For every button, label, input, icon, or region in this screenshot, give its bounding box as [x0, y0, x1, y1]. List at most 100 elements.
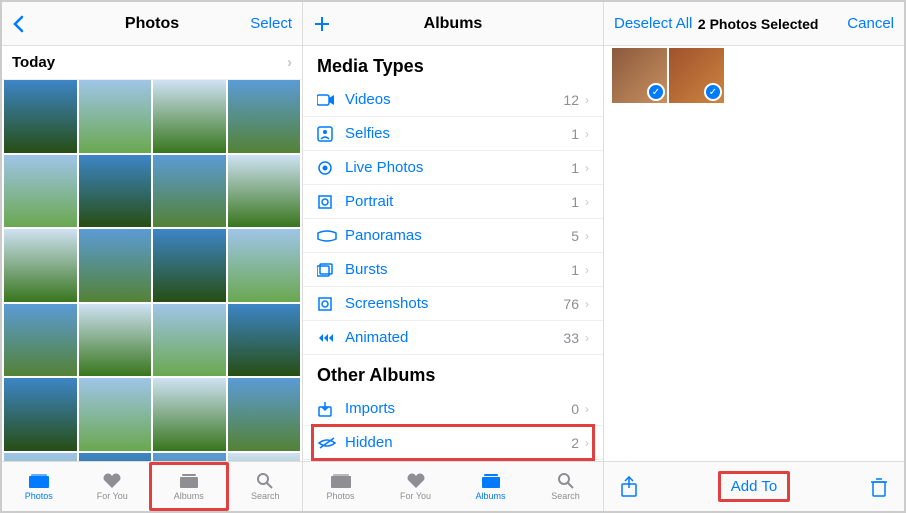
album-label: Selfies: [345, 125, 571, 142]
photo-thumb[interactable]: [153, 155, 226, 228]
hidden-icon: [317, 436, 345, 450]
album-row[interactable]: Panoramas5›: [303, 219, 603, 253]
album-label: Hidden: [345, 434, 571, 451]
photo-thumb[interactable]: [153, 80, 226, 153]
add-to-button[interactable]: Add To: [718, 471, 790, 502]
album-row[interactable]: Selfies1›: [303, 117, 603, 151]
photo-thumb[interactable]: [79, 229, 152, 302]
share-icon[interactable]: [620, 476, 638, 498]
chevron-right-icon: ›: [585, 161, 589, 175]
tab-photos[interactable]: Photos: [2, 462, 76, 511]
chevron-right-icon: ›: [287, 54, 292, 71]
cancel-button[interactable]: Cancel: [847, 15, 894, 32]
animated-icon: [317, 330, 345, 346]
album-row[interactable]: Bursts1›: [303, 253, 603, 287]
select-button[interactable]: Select: [250, 15, 292, 32]
tab-albums[interactable]: Albums: [453, 462, 528, 511]
photos-screen: Photos Select Today ›: [2, 2, 303, 511]
photo-thumb[interactable]: [79, 80, 152, 153]
album-label: Portrait: [345, 193, 571, 210]
album-count: 12: [563, 92, 579, 108]
album-row[interactable]: Videos12 ›: [303, 83, 603, 117]
album-label: Panoramas: [345, 227, 571, 244]
live-icon: [317, 160, 345, 176]
photo-thumb[interactable]: [4, 80, 77, 153]
tab-foryou[interactable]: For You: [76, 462, 150, 511]
deselect-all-button[interactable]: Deselect All: [614, 15, 692, 32]
album-row[interactable]: Hidden2›: [303, 426, 603, 460]
tab-albums[interactable]: Albums: [149, 462, 229, 511]
foryou-icon: [101, 472, 123, 490]
albums-icon: [480, 472, 502, 490]
photo-thumb[interactable]: [153, 378, 226, 451]
photo-thumb[interactable]: [228, 80, 301, 153]
album-row[interactable]: Portrait1 ›: [303, 185, 603, 219]
album-count: 33: [563, 330, 579, 346]
album-count: 2: [571, 435, 579, 451]
chevron-right-icon: ›: [585, 195, 589, 209]
album-row[interactable]: Animated33›: [303, 321, 603, 355]
photo-thumb[interactable]: [4, 229, 77, 302]
photo-thumb[interactable]: [228, 229, 301, 302]
selfie-icon: [317, 126, 345, 142]
album-row[interactable]: Imports0›: [303, 392, 603, 426]
group-title: Other Albums: [303, 355, 603, 392]
photo-thumb[interactable]: [79, 378, 152, 451]
photo-thumb[interactable]: [4, 155, 77, 228]
tab-bar: Photos For You Albums Search: [2, 461, 302, 511]
add-button[interactable]: [313, 15, 331, 33]
photo-thumb[interactable]: [79, 304, 152, 377]
tab-search[interactable]: Search: [528, 462, 603, 511]
section-title: Today: [12, 54, 55, 71]
selected-photos: ✓ ✓: [604, 46, 904, 105]
section-today[interactable]: Today ›: [2, 46, 302, 80]
chevron-right-icon: ›: [585, 331, 589, 345]
tab-photos[interactable]: Photos: [303, 462, 378, 511]
photo-grid: [2, 80, 302, 461]
album-count: 1: [571, 160, 579, 176]
tab-label: For You: [97, 491, 128, 501]
foryou-icon: [405, 472, 427, 490]
photo-thumb[interactable]: [79, 155, 152, 228]
album-label: Live Photos: [345, 159, 571, 176]
selected-thumb[interactable]: ✓: [669, 48, 724, 103]
tab-label: Search: [551, 491, 580, 501]
album-count: 1: [571, 194, 579, 210]
photo-thumb[interactable]: [228, 155, 301, 228]
photo-thumb[interactable]: [153, 304, 226, 377]
group-title: Media Types: [303, 46, 603, 83]
album-label: Bursts: [345, 261, 571, 278]
albums-icon: [178, 472, 200, 490]
nav-title: 2 Photos Selected: [698, 16, 819, 32]
back-icon[interactable]: [12, 15, 24, 33]
import-icon: [317, 401, 345, 417]
photo-thumb[interactable]: [4, 304, 77, 377]
nav-bar: Albums: [303, 2, 603, 46]
photo-thumb[interactable]: [4, 453, 77, 462]
video-icon: [317, 93, 345, 107]
photo-thumb[interactable]: [228, 453, 301, 462]
photo-thumb[interactable]: [153, 453, 226, 462]
photo-thumb[interactable]: [228, 304, 301, 377]
album-label: Screenshots: [345, 295, 563, 312]
album-row[interactable]: Live Photos1 ›: [303, 151, 603, 185]
photo-thumb[interactable]: [228, 378, 301, 451]
tab-foryou[interactable]: For You: [378, 462, 453, 511]
trash-icon[interactable]: [870, 477, 888, 497]
photo-thumb[interactable]: [4, 378, 77, 451]
pano-icon: [317, 230, 345, 242]
nav-title: Photos: [125, 15, 179, 33]
chevron-right-icon: ›: [585, 93, 589, 107]
album-label: Videos: [345, 91, 563, 108]
album-count: 76: [563, 296, 579, 312]
album-count: 5: [571, 228, 579, 244]
photo-thumb[interactable]: [79, 453, 152, 462]
selected-thumb[interactable]: ✓: [612, 48, 667, 103]
search-icon: [555, 472, 577, 490]
photo-thumb[interactable]: [153, 229, 226, 302]
tab-label: Search: [251, 491, 280, 501]
tab-search[interactable]: Search: [229, 462, 303, 511]
album-row[interactable]: Screenshots76›: [303, 287, 603, 321]
tab-bar: Photos For You Albums Search: [303, 461, 603, 511]
nav-title: Albums: [424, 15, 483, 33]
